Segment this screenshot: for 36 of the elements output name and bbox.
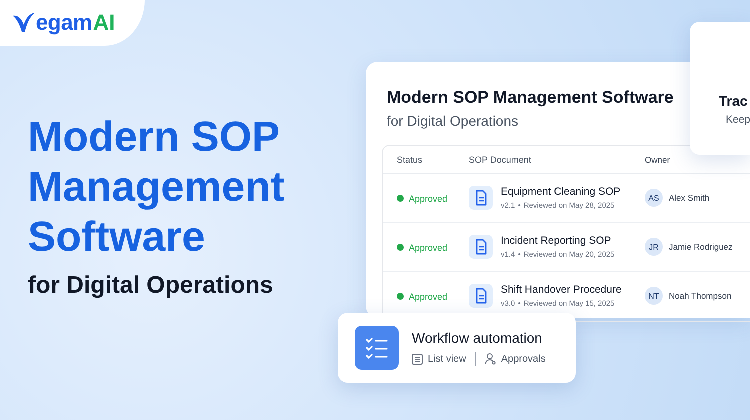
- column-header: Status: [397, 154, 423, 164]
- card-title: Workflow automation: [412, 330, 544, 346]
- logo-mark-icon: [13, 13, 35, 33]
- owner-name: Noah Thompson: [669, 291, 732, 301]
- document-icon: [469, 186, 493, 210]
- document-icon: [469, 284, 493, 308]
- hero-subheadline: for Digital Operations: [28, 272, 274, 300]
- card-title: Trac: [719, 93, 749, 109]
- status-dot-icon: [397, 244, 404, 251]
- status-dot-icon: [397, 293, 404, 300]
- status-text: Approved: [397, 242, 448, 252]
- hero-headline: Modern SOP Management Software: [28, 112, 286, 262]
- owner-name: Jamie Rodriguez: [669, 242, 733, 252]
- document-name: Shift Handover Procedure: [501, 284, 622, 296]
- document-name: Incident Reporting SOP: [501, 235, 612, 247]
- logo-accent-text: AI: [93, 10, 116, 36]
- card-subtitle: for Digital Operations: [387, 113, 519, 129]
- status-dot-icon: [397, 195, 404, 202]
- document-name: Equipment Cleaning SOP: [501, 186, 621, 198]
- card-title: Modern SOP Management Software: [387, 88, 674, 108]
- list-icon: [412, 354, 423, 364]
- person-icon: [485, 353, 496, 365]
- column-header: Owner: [645, 154, 670, 164]
- avatar-initials: JR: [645, 238, 663, 256]
- logo-text: egam: [36, 10, 92, 36]
- status-text: Approved: [397, 292, 448, 302]
- column-header: SOP Document: [469, 154, 532, 164]
- status-text: Approved: [397, 194, 448, 204]
- tag-label: List view: [428, 354, 466, 364]
- avatar-initials: AS: [645, 189, 663, 207]
- avatar-initials: NT: [645, 287, 663, 305]
- tag-label: Approvals: [501, 354, 546, 364]
- checklist-icon: [355, 326, 399, 370]
- card-subtitle: Keep: [725, 114, 750, 126]
- owner-name: Alex Smith: [669, 193, 710, 203]
- document-icon: [469, 235, 493, 259]
